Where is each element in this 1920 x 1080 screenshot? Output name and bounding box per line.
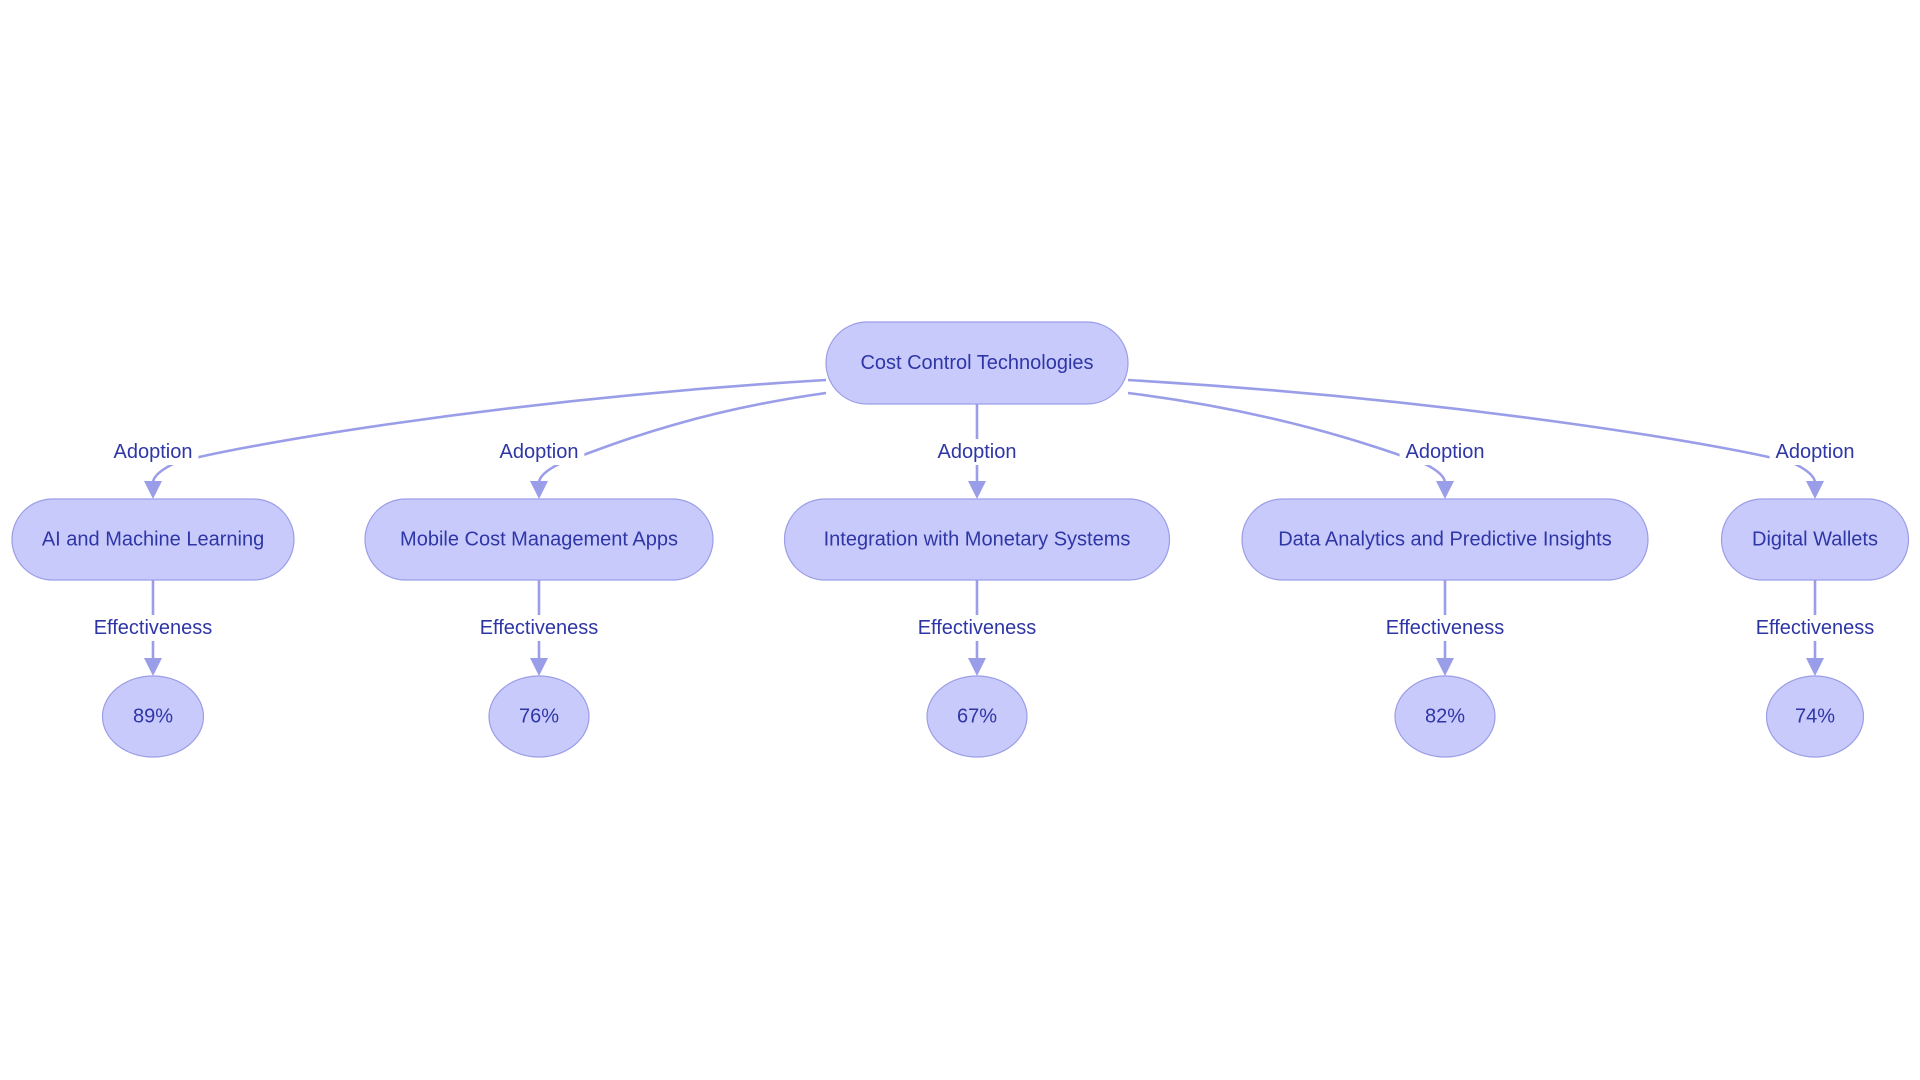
value-node-wallets[interactable]: 74% bbox=[1765, 675, 1865, 758]
arrowhead-analytics-to-value bbox=[1436, 658, 1454, 676]
value-node-mobile-label: 76% bbox=[519, 706, 559, 728]
node-analytics[interactable]: Data Analytics and Predictive Insights bbox=[1241, 498, 1649, 581]
node-wallets-label: Digital Wallets bbox=[1752, 529, 1878, 551]
node-wallets[interactable]: Digital Wallets bbox=[1720, 498, 1910, 581]
edge-label-effectiveness-wallets: Effectiveness bbox=[1756, 617, 1875, 639]
edge-label-adoption-integration: Adoption bbox=[938, 441, 1017, 463]
value-node-analytics[interactable]: 82% bbox=[1394, 675, 1496, 758]
nodes-layer: Cost Control Technologies AI and Machine… bbox=[11, 321, 1910, 758]
arrowhead-integration-to-value bbox=[968, 658, 986, 676]
arrowhead-root-to-analytics bbox=[1436, 481, 1454, 499]
arrowhead-mobile-to-value bbox=[530, 658, 548, 676]
value-node-ai-label: 89% bbox=[133, 706, 173, 728]
edge-label-adoption-ai: Adoption bbox=[114, 441, 193, 463]
node-analytics-label: Data Analytics and Predictive Insights bbox=[1278, 529, 1612, 551]
node-integration[interactable]: Integration with Monetary Systems bbox=[783, 498, 1171, 581]
value-node-integration[interactable]: 67% bbox=[926, 675, 1028, 758]
flowchart-diagram: Adoption Effectiveness Adoption Effectivene… bbox=[11, 321, 1910, 758]
edge-label-adoption-wallets: Adoption bbox=[1776, 441, 1855, 463]
arrowhead-ai-to-value bbox=[144, 658, 162, 676]
edge-label-effectiveness-analytics: Effectiveness bbox=[1386, 617, 1505, 639]
edge-label-effectiveness-integration: Effectiveness bbox=[918, 617, 1037, 639]
node-mobile-label: Mobile Cost Management Apps bbox=[400, 529, 678, 551]
root-node-label: Cost Control Technologies bbox=[860, 352, 1093, 374]
edge-root-to-mobile bbox=[537, 391, 827, 484]
arrowhead-root-to-mobile bbox=[530, 481, 548, 499]
node-integration-label: Integration with Monetary Systems bbox=[824, 529, 1131, 551]
arrowhead-root-to-ai bbox=[144, 481, 162, 499]
edge-root-to-wallets bbox=[1127, 378, 1817, 484]
root-node[interactable]: Cost Control Technologies bbox=[825, 321, 1129, 405]
value-node-wallets-label: 74% bbox=[1795, 706, 1835, 728]
arrowhead-root-to-wallets bbox=[1806, 481, 1824, 499]
edge-root-to-analytics bbox=[1127, 391, 1447, 484]
node-ai[interactable]: AI and Machine Learning bbox=[11, 498, 295, 581]
arrowhead-wallets-to-value bbox=[1806, 658, 1824, 676]
edge-root-to-ai bbox=[151, 378, 827, 484]
value-node-mobile[interactable]: 76% bbox=[488, 675, 590, 758]
value-node-analytics-label: 82% bbox=[1425, 706, 1465, 728]
edge-label-adoption-analytics: Adoption bbox=[1406, 441, 1485, 463]
node-ai-label: AI and Machine Learning bbox=[42, 529, 264, 551]
value-node-ai[interactable]: 89% bbox=[101, 675, 205, 758]
value-node-integration-label: 67% bbox=[957, 706, 997, 728]
node-mobile[interactable]: Mobile Cost Management Apps bbox=[364, 498, 714, 581]
edge-label-adoption-mobile: Adoption bbox=[500, 441, 579, 463]
arrowhead-root-to-integration bbox=[968, 481, 986, 499]
edge-label-effectiveness-mobile: Effectiveness bbox=[480, 617, 599, 639]
edge-label-effectiveness-ai: Effectiveness bbox=[94, 617, 213, 639]
